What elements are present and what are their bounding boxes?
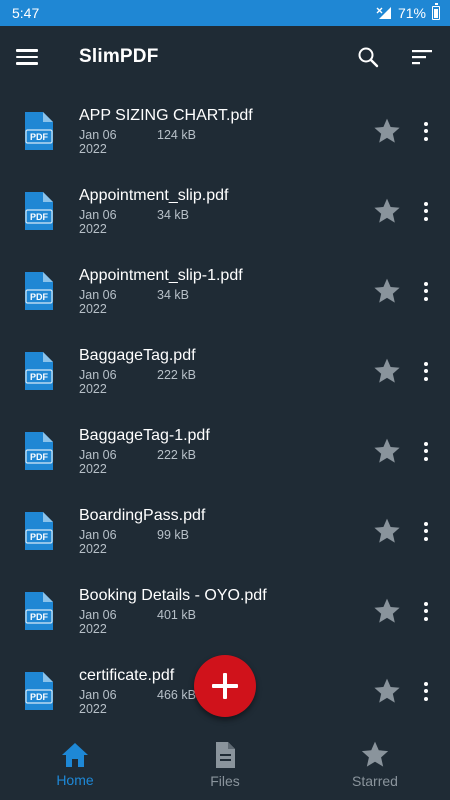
file-row[interactable]: PDF APP SIZING CHART.pdf Jan 06 2022 124…	[0, 91, 450, 171]
battery-percent: 71%	[397, 5, 426, 21]
file-list: PDF APP SIZING CHART.pdf Jan 06 2022 124…	[0, 91, 450, 731]
sort-icon[interactable]	[408, 43, 436, 71]
nav-files-label: Files	[210, 773, 240, 789]
nav-starred[interactable]: Starred	[300, 730, 450, 800]
file-size: 222 kB	[157, 448, 196, 462]
file-row[interactable]: PDF Appointment_slip-1.pdf Jan 06 2022 3…	[0, 251, 450, 331]
file-date: Jan 06 2022	[79, 448, 117, 476]
file-name: Appointment_slip-1.pdf	[79, 267, 243, 284]
pdf-file-icon: PDF	[22, 671, 56, 711]
nav-starred-label: Starred	[352, 773, 398, 789]
more-options-icon[interactable]	[418, 356, 434, 386]
more-options-icon[interactable]	[418, 516, 434, 546]
file-row[interactable]: PDF BaggageTag-1.pdf Jan 06 2022 222 kB	[0, 411, 450, 491]
nav-files[interactable]: Files	[150, 730, 300, 800]
pdf-file-icon: PDF	[22, 271, 56, 311]
svg-text:PDF: PDF	[30, 212, 49, 222]
home-icon	[62, 743, 88, 767]
status-icons: 71%	[376, 3, 440, 21]
file-name: Booking Details - OYO.pdf	[79, 587, 267, 604]
star-button[interactable]	[372, 516, 402, 546]
more-options-icon[interactable]	[418, 596, 434, 626]
pdf-file-icon: PDF	[22, 191, 56, 231]
star-icon	[374, 198, 400, 223]
more-options-icon[interactable]	[418, 196, 434, 226]
star-icon	[374, 518, 400, 543]
svg-text:PDF: PDF	[30, 692, 49, 702]
more-options-icon[interactable]	[418, 436, 434, 466]
bottom-nav: Home Files Starred	[0, 730, 450, 800]
star-icon	[374, 678, 400, 703]
star-icon	[374, 278, 400, 303]
svg-text:PDF: PDF	[30, 372, 49, 382]
file-date: Jan 06 2022	[79, 608, 117, 636]
svg-text:PDF: PDF	[30, 292, 49, 302]
file-size: 34 kB	[157, 288, 189, 302]
star-icon	[361, 741, 389, 767]
wifi-signal-icon	[376, 7, 391, 19]
file-row[interactable]: PDF Booking Details - OYO.pdf Jan 06 202…	[0, 571, 450, 651]
file-date: Jan 06 2022	[79, 128, 117, 156]
star-button[interactable]	[372, 676, 402, 706]
file-size: 124 kB	[157, 128, 196, 142]
more-options-icon[interactable]	[418, 676, 434, 706]
file-date: Jan 06 2022	[79, 208, 117, 236]
status-bar: 5:47 71%	[0, 0, 450, 26]
more-options-icon[interactable]	[418, 276, 434, 306]
star-icon	[374, 118, 400, 143]
status-time: 5:47	[12, 5, 40, 21]
file-row[interactable]: PDF BaggageTag.pdf Jan 06 2022 222 kB	[0, 331, 450, 411]
file-name: BaggageTag.pdf	[79, 347, 196, 364]
pdf-file-icon: PDF	[22, 511, 56, 551]
file-name: BoardingPass.pdf	[79, 507, 206, 524]
svg-text:PDF: PDF	[30, 452, 49, 462]
menu-icon[interactable]	[16, 42, 46, 72]
star-button[interactable]	[372, 596, 402, 626]
pdf-file-icon: PDF	[22, 111, 56, 151]
file-name: APP SIZING CHART.pdf	[79, 107, 253, 124]
nav-home-label: Home	[56, 772, 94, 788]
file-size: 401 kB	[157, 608, 196, 622]
file-row[interactable]: PDF BoardingPass.pdf Jan 06 2022 99 kB	[0, 491, 450, 571]
star-icon	[374, 438, 400, 463]
search-icon[interactable]	[354, 43, 382, 71]
star-button[interactable]	[372, 276, 402, 306]
file-size: 222 kB	[157, 368, 196, 382]
more-options-icon[interactable]	[418, 116, 434, 146]
star-icon	[374, 598, 400, 623]
file-date: Jan 06 2022	[79, 688, 117, 716]
file-name: BaggageTag-1.pdf	[79, 427, 210, 444]
app-title: SlimPDF	[79, 46, 159, 67]
svg-text:PDF: PDF	[30, 532, 49, 542]
file-name: Appointment_slip.pdf	[79, 187, 229, 204]
pdf-file-icon: PDF	[22, 351, 56, 391]
battery-icon	[432, 3, 440, 20]
file-row[interactable]: PDF Appointment_slip.pdf Jan 06 2022 34 …	[0, 171, 450, 251]
nav-home[interactable]: Home	[0, 730, 150, 800]
star-button[interactable]	[372, 436, 402, 466]
star-button[interactable]	[372, 356, 402, 386]
plus-icon	[212, 673, 238, 699]
file-date: Jan 06 2022	[79, 288, 117, 316]
pdf-file-icon: PDF	[22, 591, 56, 631]
file-date: Jan 06 2022	[79, 528, 117, 556]
add-button[interactable]	[194, 655, 256, 717]
svg-text:PDF: PDF	[30, 132, 49, 142]
star-icon	[374, 358, 400, 383]
app-bar: SlimPDF	[0, 26, 450, 88]
file-icon	[216, 742, 235, 768]
file-size: 466 kB	[157, 688, 196, 702]
star-button[interactable]	[372, 116, 402, 146]
file-size: 34 kB	[157, 208, 189, 222]
star-button[interactable]	[372, 196, 402, 226]
file-date: Jan 06 2022	[79, 368, 117, 396]
svg-text:PDF: PDF	[30, 612, 49, 622]
pdf-file-icon: PDF	[22, 431, 56, 471]
file-size: 99 kB	[157, 528, 189, 542]
